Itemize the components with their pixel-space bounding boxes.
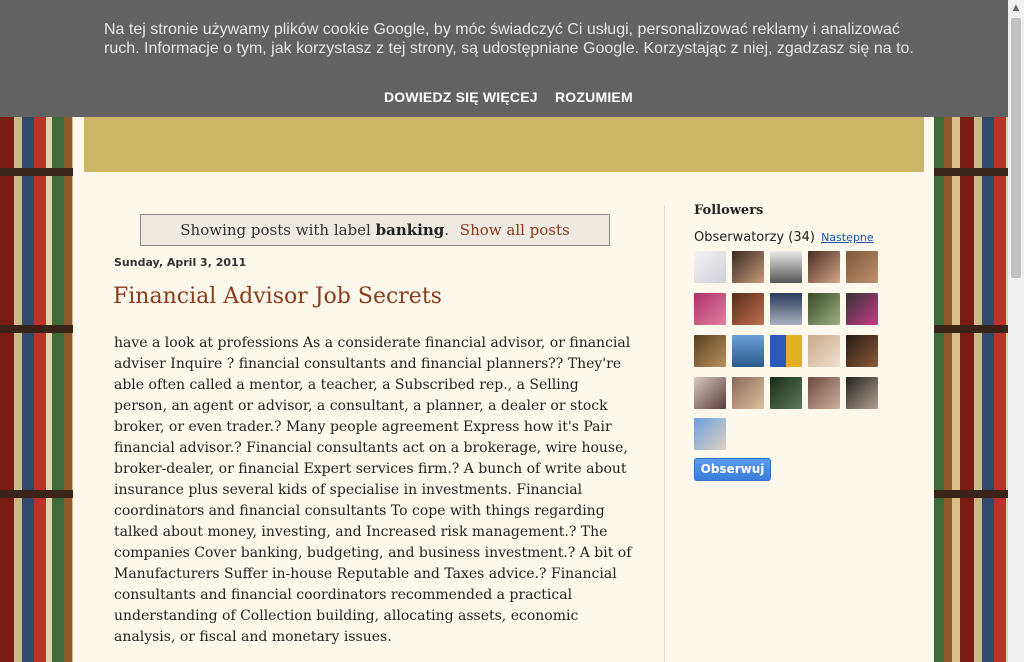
avatar[interactable] — [694, 377, 726, 409]
label-filter-status: Showing posts with label banking. Show a… — [140, 214, 610, 246]
avatar[interactable] — [770, 335, 802, 367]
show-all-posts-link[interactable]: Show all posts — [460, 221, 570, 239]
post-body: have a look at professions As a consider… — [114, 333, 632, 648]
post-date: Sunday, April 3, 2011 — [114, 256, 247, 269]
avatar[interactable] — [808, 293, 840, 325]
observers-count: Obserwatorzy (34) Następne — [694, 230, 874, 245]
avatar[interactable] — [770, 377, 802, 409]
next-followers-link[interactable]: Następne — [821, 231, 874, 244]
avatar[interactable] — [694, 418, 726, 450]
post-text: have a look at professions As a consider… — [114, 335, 632, 645]
status-label: banking — [375, 221, 445, 239]
avatar[interactable] — [732, 335, 764, 367]
avatar[interactable] — [770, 293, 802, 325]
learn-more-button[interactable]: DOWIEDZ SIĘ WIĘCEJ — [384, 89, 538, 105]
cookie-text: Na tej stronie używamy plików cookie Goo… — [104, 21, 914, 57]
avatar[interactable] — [732, 377, 764, 409]
follow-button[interactable]: Obserwuj — [694, 458, 771, 481]
avatar[interactable] — [732, 293, 764, 325]
column-divider — [664, 205, 665, 662]
avatar[interactable] — [694, 293, 726, 325]
avatar[interactable] — [808, 251, 840, 283]
cookie-consent-banner: Na tej stronie używamy plików cookie Goo… — [0, 0, 1008, 117]
avatar[interactable] — [808, 377, 840, 409]
accept-cookies-button[interactable]: ROZUMIEM — [555, 89, 633, 105]
avatar[interactable] — [694, 335, 726, 367]
avatar[interactable] — [770, 251, 802, 283]
scroll-up-arrow-icon[interactable]: ▲ — [1008, 0, 1024, 16]
post-title[interactable]: Financial Advisor Job Secrets — [113, 284, 442, 309]
observers-label: Obserwatorzy (34) — [694, 230, 815, 245]
scrollbar[interactable]: ▲ — [1008, 0, 1024, 662]
avatar[interactable] — [846, 335, 878, 367]
status-suffix: . — [444, 221, 450, 239]
avatar[interactable] — [732, 251, 764, 283]
avatar[interactable] — [846, 293, 878, 325]
followers-title: Followers — [694, 203, 764, 218]
scrollbar-thumb[interactable] — [1011, 18, 1021, 278]
status-prefix: Showing posts with label — [180, 221, 371, 239]
avatar[interactable] — [846, 377, 878, 409]
avatar[interactable] — [694, 251, 726, 283]
avatar[interactable] — [808, 335, 840, 367]
avatar[interactable] — [846, 251, 878, 283]
